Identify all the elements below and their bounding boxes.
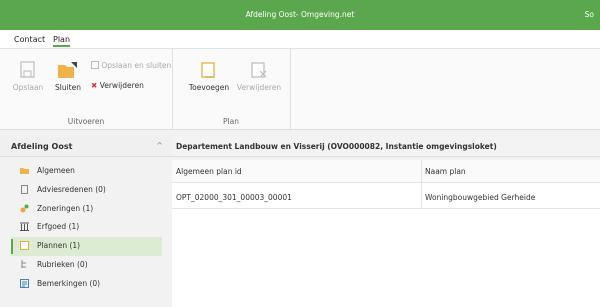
sidebar-item-label: Zoneringen (1) bbox=[37, 203, 94, 213]
ribbon-group-uitvoeren: Opslaan Sluiten Opslaan en sluiten ✖ Ver… bbox=[0, 49, 173, 129]
table-row[interactable]: OPT_02000_301_00003_00001 Woningbouwgebi… bbox=[172, 186, 600, 209]
plans-table: Algemeen plan id Naam plan OPT_02000_301… bbox=[172, 160, 600, 307]
collapse-chevron-icon[interactable]: ^ bbox=[156, 141, 163, 150]
monument-icon bbox=[20, 222, 29, 232]
sidebar-item-label: Plannen (1) bbox=[37, 241, 81, 251]
title-bar: Afdeling Oost- Omgeving.net So bbox=[0, 0, 600, 30]
sidebar-header[interactable]: Afdeling Oost ^ bbox=[0, 137, 172, 157]
floppy-disk-icon bbox=[10, 61, 46, 81]
hierarchy-icon bbox=[20, 259, 29, 269]
notes-icon bbox=[20, 278, 29, 288]
column-divider bbox=[421, 160, 422, 208]
sidebar-item-erfgoed[interactable]: Erfgoed (1) bbox=[11, 218, 162, 237]
plan-icon bbox=[20, 241, 29, 251]
save-label: Opslaan bbox=[12, 83, 44, 92]
sidebar-item-rubrieken[interactable]: Rubrieken (0) bbox=[11, 256, 162, 275]
sidebar-item-label: Algemeen bbox=[37, 166, 75, 175]
sidebar-item-adviesredenen[interactable]: Adviesredenen (0) bbox=[11, 181, 162, 200]
sidebar-item-bemerkingen[interactable]: Bemerkingen (0) bbox=[11, 275, 162, 294]
sidebar-nav: Algemeen Adviesredenen (0) Zoneringen (1… bbox=[11, 162, 162, 294]
save-close-label: Opslaan en sluiten bbox=[101, 61, 172, 70]
tab-plan[interactable]: Plan bbox=[53, 35, 71, 47]
sidebar-item-label: Bemerkingen (0) bbox=[37, 278, 101, 288]
save-close-button[interactable]: Opslaan en sluiten bbox=[91, 61, 171, 70]
folder-close-icon bbox=[48, 61, 88, 81]
save-button[interactable]: Opslaan bbox=[10, 61, 46, 92]
menu-tabs: Contact Plan bbox=[0, 30, 600, 48]
sidebar-item-algemeen[interactable]: Algemeen bbox=[11, 162, 162, 181]
remove-plan-label: Verwijderen bbox=[236, 83, 282, 92]
sidebar-item-label: Erfgoed (1) bbox=[37, 222, 80, 232]
tab-contact[interactable]: Contact bbox=[14, 35, 45, 44]
sidebar-item-plannen[interactable]: Plannen (1) bbox=[11, 237, 162, 256]
table-cell: OPT_02000_301_00003_00001 bbox=[176, 193, 292, 202]
ribbon-group-plan: Toevoegen Verwijderen Plan bbox=[172, 49, 291, 129]
document-icon bbox=[20, 184, 29, 194]
user-label[interactable]: So bbox=[585, 0, 594, 30]
column-header[interactable]: Algemeen plan id bbox=[176, 167, 242, 176]
column-header[interactable]: Naam plan bbox=[425, 167, 466, 176]
close-button[interactable]: Sluiten bbox=[48, 61, 88, 92]
sidebar-item-zoneringen[interactable]: Zoneringen (1) bbox=[11, 200, 162, 219]
group-label-uitvoeren: Uitvoeren bbox=[67, 117, 105, 126]
group-label-plan: Plan bbox=[223, 117, 239, 126]
remove-document-icon bbox=[236, 61, 282, 81]
table-header-row: Algemeen plan id Naam plan bbox=[172, 160, 600, 183]
zoning-icon bbox=[20, 204, 29, 213]
add-plan-label: Toevoegen bbox=[188, 83, 230, 92]
add-plan-button[interactable]: Toevoegen bbox=[188, 61, 230, 92]
remove-plan-button[interactable]: Verwijderen bbox=[236, 61, 282, 92]
window-title: Afdeling Oost- Omgeving.net bbox=[245, 10, 355, 19]
sidebar-title: Afdeling Oost bbox=[11, 142, 73, 151]
ribbon: Opslaan Sluiten Opslaan en sluiten ✖ Ver… bbox=[0, 48, 600, 130]
close-label: Sluiten bbox=[55, 83, 81, 92]
sidebar-item-label: Rubrieken (0) bbox=[37, 259, 88, 269]
add-document-icon bbox=[188, 61, 230, 81]
delete-button[interactable]: ✖ Verwijderen bbox=[91, 81, 144, 90]
folder-icon bbox=[20, 166, 29, 175]
table-cell: Woningbouwgebied Gerheide bbox=[425, 193, 536, 202]
content-title: Departement Landbouw en Visserij (OVO000… bbox=[176, 142, 497, 151]
content-header: Departement Landbouw en Visserij (OVO000… bbox=[172, 137, 600, 157]
delete-x-icon: ✖ bbox=[91, 81, 98, 90]
save-close-icon bbox=[91, 61, 99, 69]
sidebar-item-label: Adviesredenen (0) bbox=[37, 184, 106, 194]
delete-label: Verwijderen bbox=[99, 81, 144, 90]
